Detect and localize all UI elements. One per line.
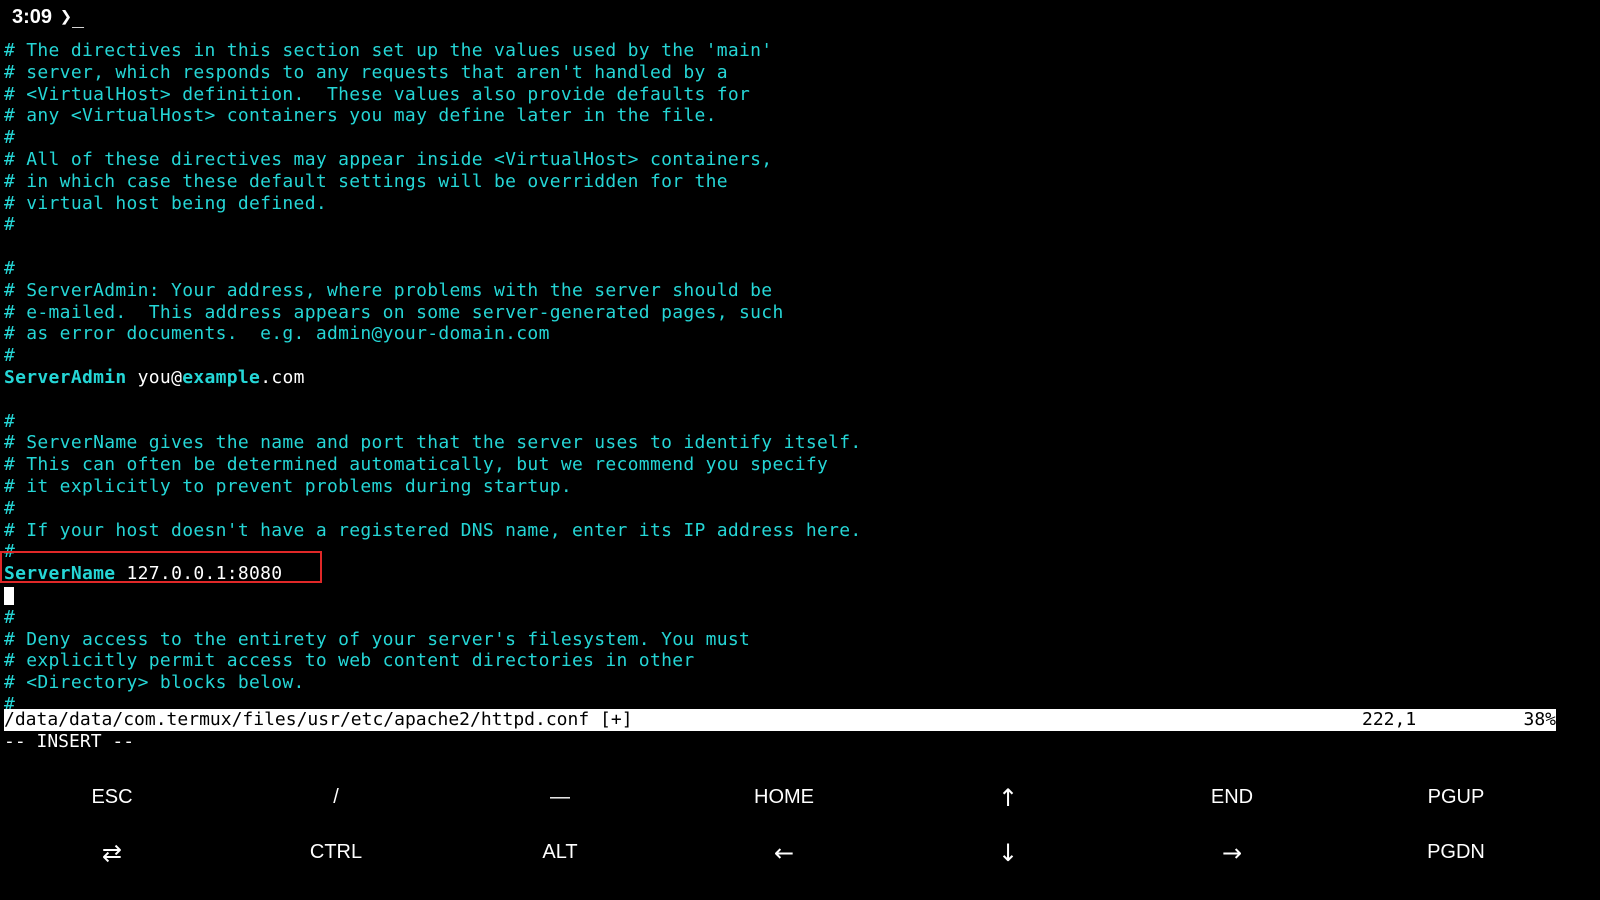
server-admin-domain: example <box>182 366 261 388</box>
buffer-line: # in which case these default settings w… <box>4 170 728 192</box>
buffer-line: # virtual host being defined. <box>4 192 327 214</box>
status-bar: 3:09 ❯_ <box>0 0 1600 40</box>
text-cursor <box>4 586 14 605</box>
buffer-line: # <box>4 410 16 432</box>
server-admin-user: you@ <box>137 366 183 388</box>
vim-status-line: /data/data/com.termux/files/usr/etc/apac… <box>4 709 1556 731</box>
clock: 3:09 <box>12 6 53 28</box>
buffer-line: # <box>4 127 16 149</box>
scroll-percent: 38% <box>1523 709 1556 730</box>
buffer-line: # <Directory> blocks below. <box>4 672 305 694</box>
buffer-line: # ServerAdmin: Your address, where probl… <box>4 279 773 301</box>
arrow-left-key[interactable]: ← <box>672 825 896 880</box>
buffer-line: # All of these directives may appear ins… <box>4 148 773 170</box>
buffer-line: # <box>4 345 16 367</box>
cursor-position: 222,1 <box>1362 709 1417 730</box>
buffer-line: # as error documents. e.g. admin@your-do… <box>4 323 550 345</box>
buffer-line: # If your host doesn't have a registered… <box>4 519 862 541</box>
dash-key[interactable]: — <box>448 770 672 825</box>
terminal-prompt-icon: ❯_ <box>60 4 85 28</box>
mode-indicator: -- INSERT -- <box>4 731 135 752</box>
pgdn-key[interactable]: PGDN <box>1344 825 1568 880</box>
buffer-line: # any <VirtualHost> containers you may d… <box>4 105 717 127</box>
tab-key[interactable]: ⇄ <box>0 825 224 880</box>
vim-editor-buffer[interactable]: # The directives in this section set up … <box>4 40 1596 715</box>
slash-key[interactable]: / <box>224 770 448 825</box>
server-admin-keyword: ServerAdmin <box>4 366 127 388</box>
ctrl-key[interactable]: CTRL <box>224 825 448 880</box>
server-name-highlight-box <box>0 551 322 583</box>
arrow-right-key[interactable]: → <box>1120 825 1344 880</box>
buffer-line: # <box>4 497 16 519</box>
buffer-line: # <box>4 257 16 279</box>
cursor-line <box>4 585 1596 607</box>
buffer-line: # server, which responds to any requests… <box>4 61 728 83</box>
buffer-line: # Deny access to the entirety of your se… <box>4 628 751 650</box>
home-key[interactable]: HOME <box>672 770 896 825</box>
buffer-line: # <box>4 606 16 628</box>
pgup-key[interactable]: PGUP <box>1344 770 1568 825</box>
buffer-line <box>4 236 1596 258</box>
server-admin-tld: .com <box>260 366 305 388</box>
buffer-line: # This can often be determined automatic… <box>4 454 829 476</box>
arrow-down-key[interactable]: ↓ <box>896 825 1120 880</box>
extra-keys-bar: ESC / — HOME ↑ END PGUP ⇄ CTRL ALT ← ↓ →… <box>0 770 1568 882</box>
alt-key[interactable]: ALT <box>448 825 672 880</box>
buffer-line: # <VirtualHost> definition. These values… <box>4 83 751 105</box>
end-key[interactable]: END <box>1120 770 1344 825</box>
comment-block-1: # The directives in this section set up … <box>4 40 1596 367</box>
arrow-up-key[interactable]: ↑ <box>896 770 1120 825</box>
comment-block-2: # # ServerName gives the name and port t… <box>4 389 1596 563</box>
buffer-line: # <box>4 214 16 236</box>
esc-key[interactable]: ESC <box>0 770 224 825</box>
file-path: /data/data/com.termux/files/usr/etc/apac… <box>4 709 633 730</box>
buffer-line <box>4 389 1596 411</box>
buffer-line: # ServerName gives the name and port tha… <box>4 432 862 454</box>
buffer-line: # e-mailed. This address appears on some… <box>4 301 784 323</box>
comment-block-3: # # Deny access to the entirety of your … <box>4 607 1596 716</box>
server-admin-line: ServerAdmin you@example.com <box>4 367 1596 389</box>
buffer-line: # it explicitly to prevent problems duri… <box>4 475 572 497</box>
buffer-line: # explicitly permit access to web conten… <box>4 650 695 672</box>
buffer-line: # The directives in this section set up … <box>4 40 773 61</box>
